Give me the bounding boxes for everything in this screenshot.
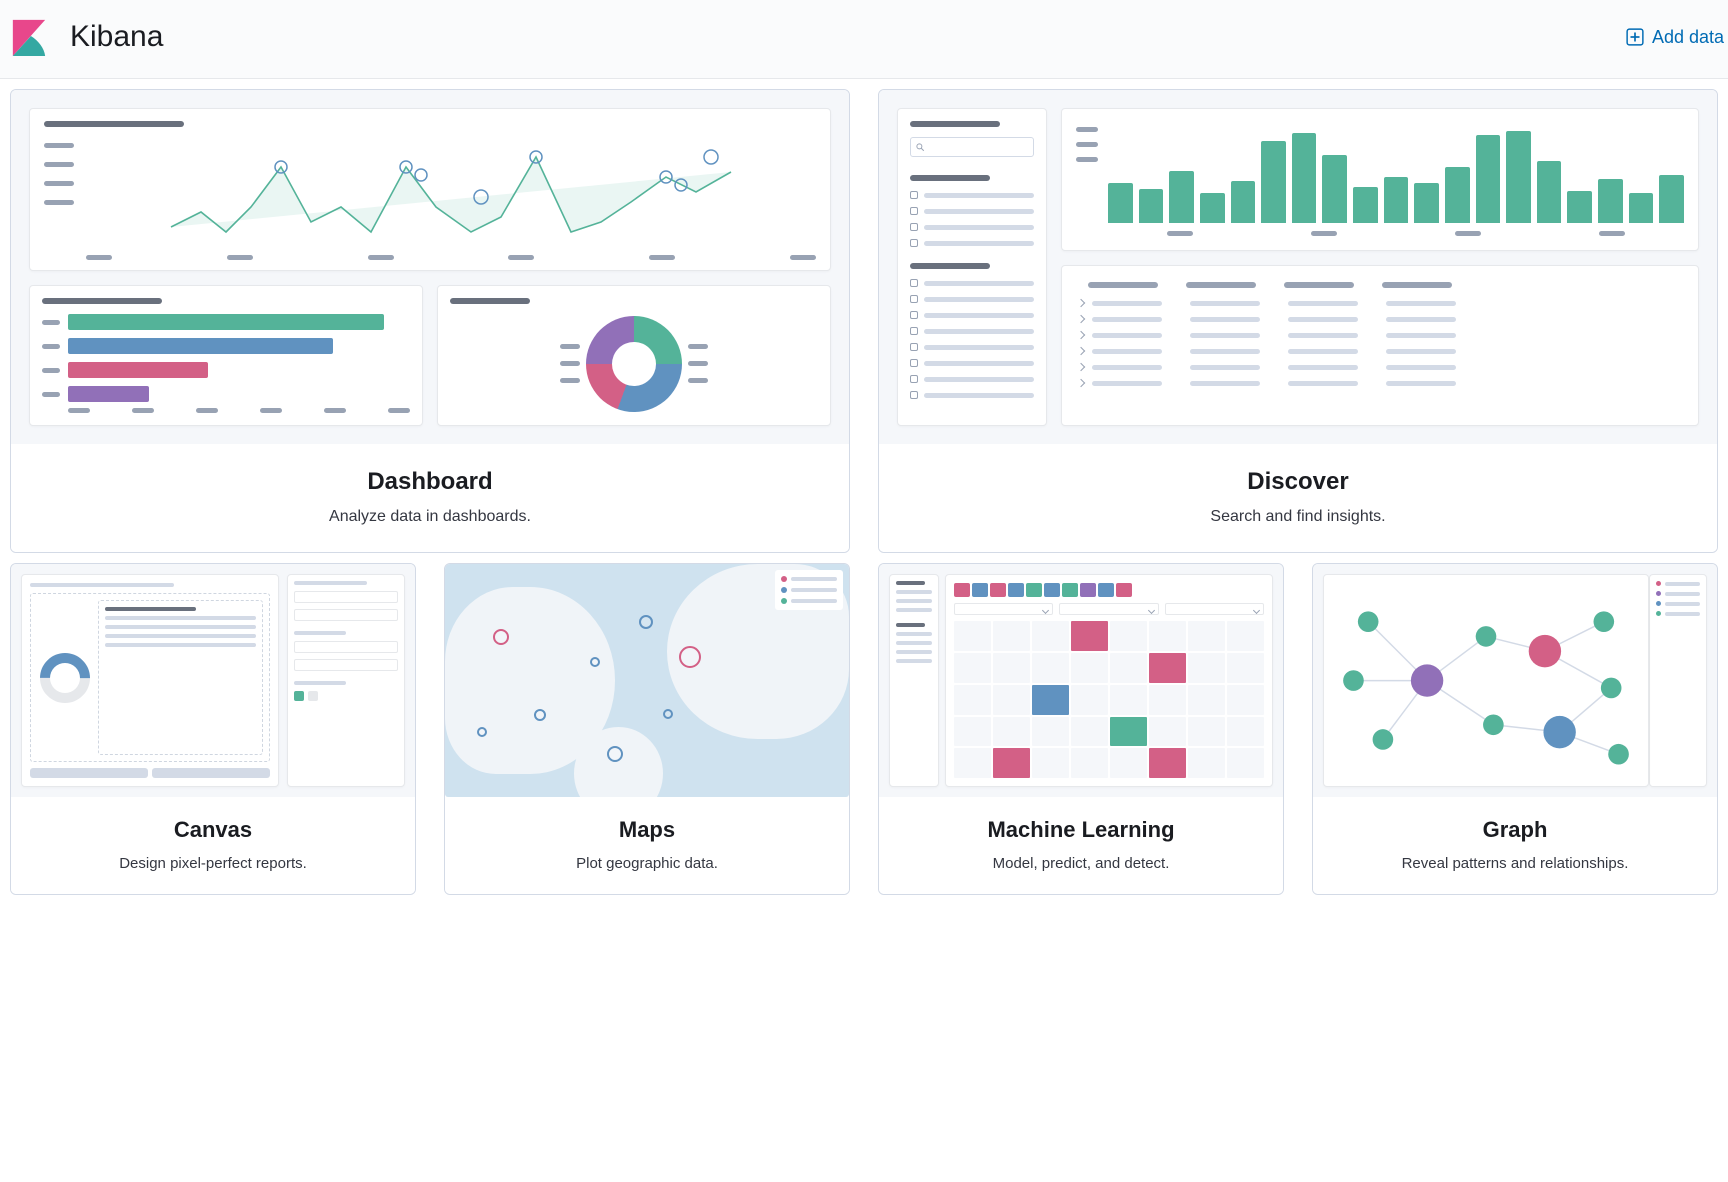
card-description: Plot geographic data. [457, 855, 837, 872]
header-left: Kibana [10, 18, 163, 56]
add-data-button[interactable]: Add data [1626, 27, 1728, 48]
add-data-icon [1626, 28, 1644, 46]
ml-illustration [879, 564, 1283, 797]
app-header: Kibana Add data [0, 0, 1728, 79]
card-description: Reveal patterns and relationships. [1325, 855, 1705, 872]
card-description: Model, predict, and detect. [891, 855, 1271, 872]
card-title: Dashboard [27, 468, 833, 496]
card-description: Design pixel-perfect reports. [23, 855, 403, 872]
card-machine-learning[interactable]: Machine Learning Model, predict, and det… [878, 563, 1284, 895]
card-title: Maps [457, 817, 837, 843]
card-dashboard[interactable]: Dashboard Analyze data in dashboards. [10, 89, 850, 553]
card-graph[interactable]: Graph Reveal patterns and relationships. [1312, 563, 1718, 895]
app-title: Kibana [70, 20, 163, 54]
graph-illustration [1313, 564, 1717, 797]
card-title: Canvas [23, 817, 403, 843]
card-canvas[interactable]: Canvas Design pixel-perfect reports. [10, 563, 416, 895]
card-title: Machine Learning [891, 817, 1271, 843]
card-title: Discover [895, 468, 1701, 496]
feature-cards-top: Dashboard Analyze data in dashboards. [0, 79, 1728, 563]
maps-illustration [445, 564, 849, 797]
dashboard-illustration [11, 90, 849, 444]
add-data-label: Add data [1652, 27, 1724, 48]
card-description: Analyze data in dashboards. [27, 508, 833, 526]
kibana-logo-icon [10, 18, 48, 56]
card-maps[interactable]: Maps Plot geographic data. [444, 563, 850, 895]
card-title: Graph [1325, 817, 1705, 843]
canvas-illustration [11, 564, 415, 797]
card-description: Search and find insights. [895, 508, 1701, 526]
card-discover[interactable]: Discover Search and find insights. [878, 89, 1718, 553]
discover-illustration [879, 90, 1717, 444]
feature-cards-bottom: Canvas Design pixel-perfect reports. [0, 563, 1728, 905]
